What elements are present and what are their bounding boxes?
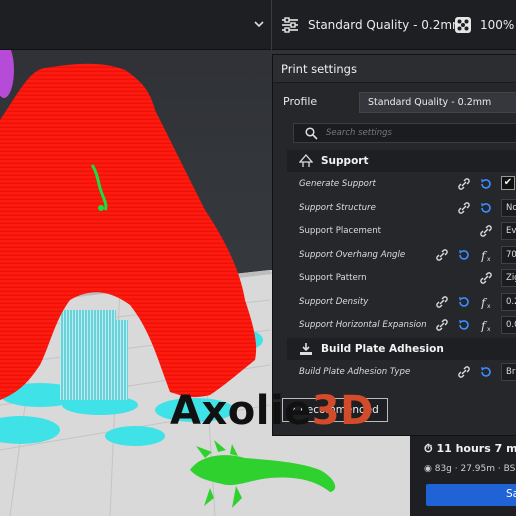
setting-label: Support Overhang Angle (299, 250, 406, 260)
link-icon[interactable] (435, 318, 449, 332)
link-icon[interactable] (457, 365, 471, 379)
save-to-disk-button[interactable]: Sa (426, 484, 516, 506)
setting-support-horizontal-expansion[interactable]: Support Horizontal Expansion fx 0.0 (287, 314, 516, 337)
watermark-part2: 3D (311, 388, 374, 434)
link-icon[interactable] (435, 295, 449, 309)
top-toolbar: Standard Quality - 0.2mm 100% (0, 0, 516, 50)
spool-icon: ◉ (424, 464, 432, 474)
setting-generate-support[interactable]: Generate Support ✔ (287, 173, 516, 196)
search-icon (305, 127, 318, 140)
link-icon[interactable] (479, 224, 493, 238)
setting-label: Support Structure (299, 203, 376, 213)
reset-icon[interactable] (479, 201, 493, 215)
printer-dropdown[interactable] (0, 0, 272, 50)
material-estimate-value: 83g · 27.95m · BS 1 (434, 464, 516, 474)
section-build-plate-adhesion[interactable]: Build Plate Adhesion (287, 338, 516, 360)
support-pattern-select[interactable]: Zig (501, 269, 516, 287)
infill-label: 100% (480, 18, 515, 32)
support-density-input[interactable]: 0.2 (501, 293, 516, 311)
search-placeholder: Search settings (326, 128, 392, 138)
profile-row: Profile Standard Quality - 0.2mm (273, 91, 516, 113)
svg-text:x: x (487, 256, 491, 262)
support-structure-select[interactable]: No (501, 199, 516, 217)
link-icon[interactable] (457, 177, 471, 191)
reset-icon[interactable] (457, 318, 471, 332)
reset-icon[interactable] (479, 177, 493, 191)
reset-icon[interactable] (457, 248, 471, 262)
setting-support-overhang-angle[interactable]: Support Overhang Angle fx 70. (287, 244, 516, 267)
link-icon[interactable] (479, 271, 493, 285)
model-edge-blob (0, 42, 14, 98)
support-placement-select[interactable]: Eve (501, 222, 516, 240)
function-icon[interactable]: fx (479, 295, 493, 309)
watermark-logo: Axolie3D (170, 388, 374, 434)
infill-icon (455, 17, 471, 33)
sliders-icon (282, 17, 298, 33)
watermark-part1: Axolie (170, 388, 312, 434)
setting-build-plate-adhesion-type[interactable]: Build Plate Adhesion Type Bri (287, 361, 516, 384)
setting-label: Support Placement (299, 226, 382, 236)
setting-label: Support Density (299, 297, 369, 307)
adhesion-icon (300, 343, 312, 355)
setting-label: Build Plate Adhesion Type (299, 367, 411, 377)
section-support[interactable]: Support (287, 150, 516, 172)
print-settings-panel: Print settings Profile Standard Quality … (272, 54, 516, 436)
setting-support-density[interactable]: Support Density fx 0.2 (287, 291, 516, 314)
profile-label: Profile (283, 95, 318, 108)
clock-icon: ⏱ (424, 442, 433, 455)
print-settings-button[interactable]: Standard Quality - 0.2mm (280, 10, 464, 40)
print-time: ⏱ 11 hours 7 minu (424, 442, 516, 456)
overhang-highlight-dot (98, 205, 104, 211)
setting-label: Generate Support (299, 179, 376, 189)
setting-support-placement[interactable]: Support Placement Eve (287, 220, 516, 243)
material-estimate: ◉ 83g · 27.95m · BS 1 (424, 464, 516, 474)
setting-support-structure[interactable]: Support Structure No (287, 197, 516, 220)
link-icon[interactable] (435, 248, 449, 262)
function-icon[interactable]: fx (479, 318, 493, 332)
support-structures (60, 310, 128, 400)
support-icon (299, 154, 313, 167)
setting-label: Support Pattern (299, 273, 367, 283)
section-label: Support (321, 155, 369, 167)
profile-select[interactable]: Standard Quality - 0.2mm (359, 92, 516, 113)
quality-label: Standard Quality - 0.2mm (308, 18, 464, 32)
build-plate-adhesion-type-select[interactable]: Bri (501, 363, 516, 381)
reset-icon[interactable] (479, 365, 493, 379)
infill-button[interactable]: 100% (454, 10, 514, 40)
setting-label: Support Horizontal Expansion (299, 320, 427, 330)
search-settings-input[interactable]: Search settings (293, 123, 516, 143)
support-overhang-angle-input[interactable]: 70. (501, 246, 516, 264)
reset-icon[interactable] (457, 295, 471, 309)
section-label: Build Plate Adhesion (321, 343, 444, 355)
link-icon[interactable] (457, 201, 471, 215)
generate-support-checkbox[interactable]: ✔ (501, 176, 515, 190)
chevron-down-icon (254, 21, 264, 28)
support-horizontal-expansion-input[interactable]: 0.0 (501, 316, 516, 334)
svg-text:x: x (487, 303, 491, 309)
print-time-value: 11 hours 7 minu (436, 442, 516, 455)
function-icon[interactable]: fx (479, 248, 493, 262)
panel-title: Print settings (273, 55, 516, 83)
setting-support-pattern[interactable]: Support Pattern Zig (287, 267, 516, 290)
svg-text:x: x (487, 326, 491, 332)
